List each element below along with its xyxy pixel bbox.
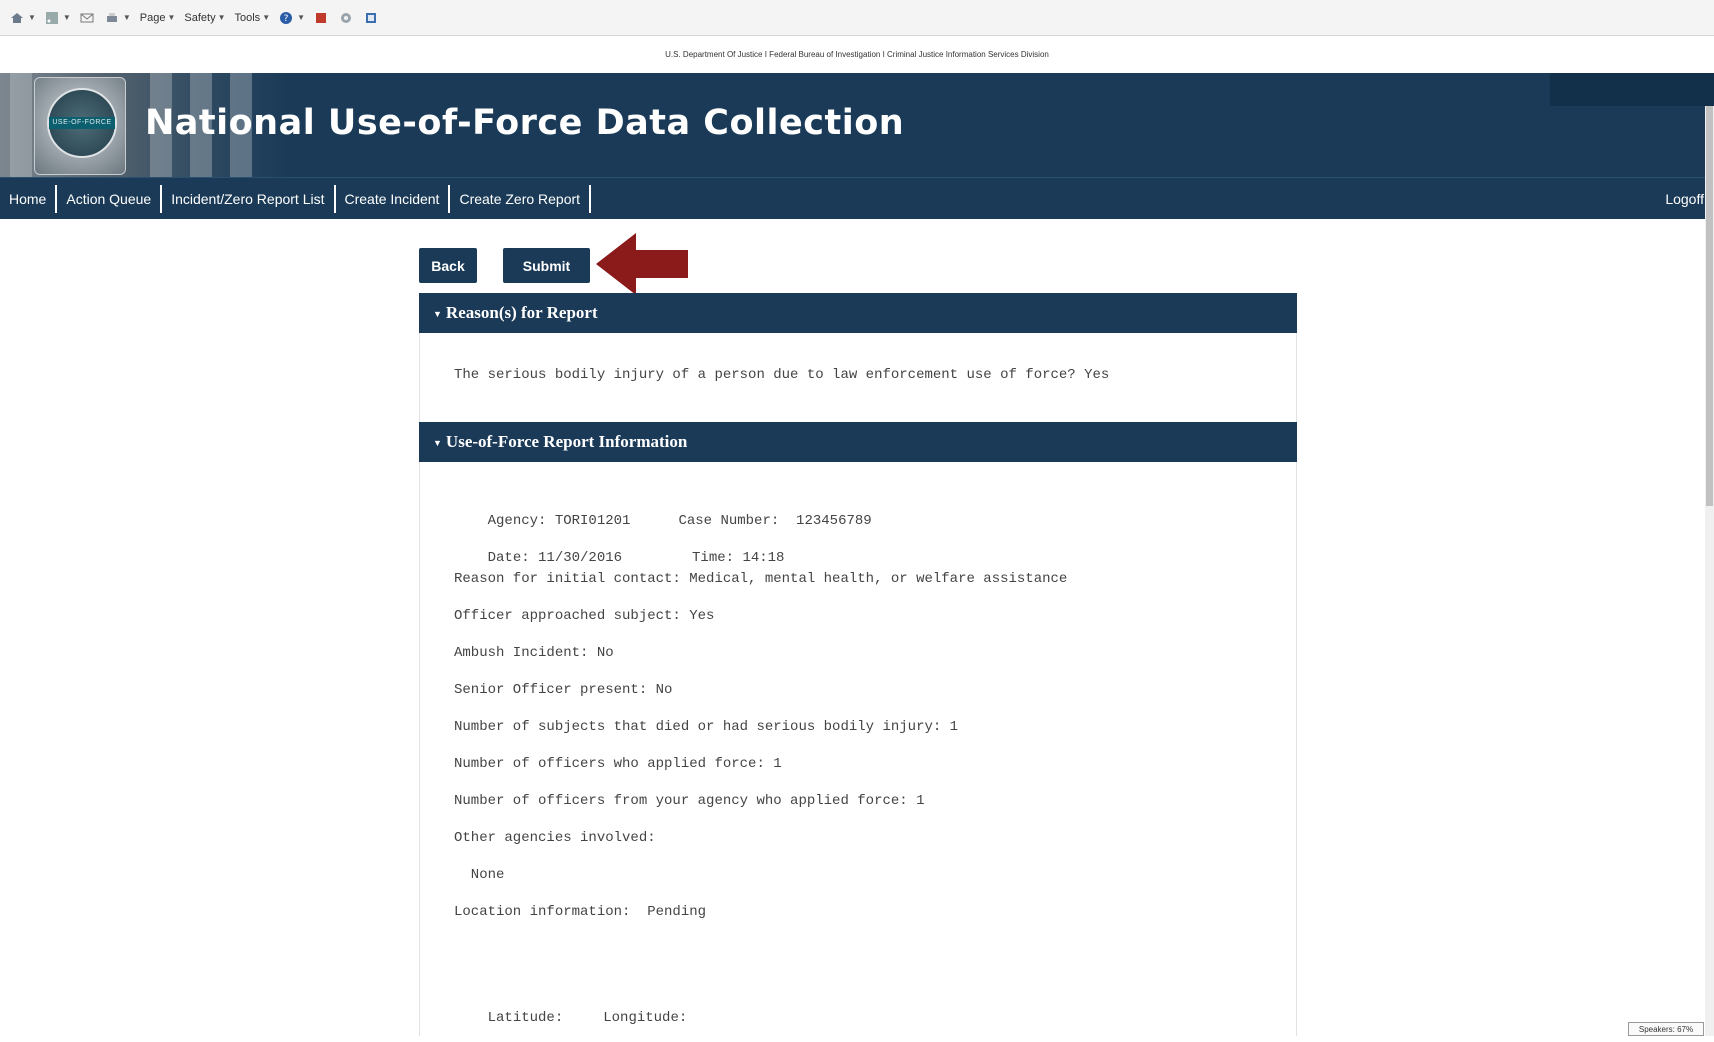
help-icon: ?: [280, 11, 293, 24]
research-button[interactable]: [364, 11, 380, 25]
print-icon: [106, 12, 117, 22]
nav-home[interactable]: Home: [0, 185, 55, 213]
agency-officers-applied-force: Number of officers from your agency who …: [454, 793, 925, 809]
settings-button[interactable]: [339, 11, 355, 25]
lat-long-row: Latitude: Longitude:: [454, 994, 688, 1042]
date-value: Date: 11/30/2016: [487, 550, 623, 566]
ambush-incident: Ambush Incident: No: [454, 645, 614, 661]
svg-text:?: ?: [284, 14, 289, 24]
nav-incident-zero-report-list[interactable]: Incident/Zero Report List: [162, 185, 333, 213]
left-arrow-icon: [596, 233, 688, 295]
home-button[interactable]: ▼: [10, 11, 36, 25]
back-button[interactable]: Back: [419, 248, 477, 283]
tools-menu[interactable]: Tools ▼: [235, 12, 271, 24]
collapse-caret-icon: ▼: [433, 438, 442, 449]
logo-band: USE-OF-FORCE: [49, 117, 115, 129]
officers-applied-force: Number of officers who applied force: 1: [454, 756, 782, 772]
nav-divider: [589, 184, 592, 213]
site-header: USE-OF-FORCE National Use-of-Force Data …: [0, 73, 1714, 177]
longitude-label: Longitude:: [603, 1010, 688, 1026]
page-menu[interactable]: Page ▼: [140, 12, 176, 24]
header-right-block: [1550, 73, 1714, 106]
speakers-volume-indicator: Speakers: 67%: [1628, 1022, 1704, 1036]
page-scrollbar[interactable]: [1705, 106, 1714, 1036]
site-logo: USE-OF-FORCE: [34, 77, 126, 175]
section-reasons-body: The serious bodily injury of a person du…: [419, 333, 1297, 422]
senior-officer-present: Senior Officer present: No: [454, 682, 673, 698]
site-title: National Use-of-Force Data Collection: [145, 103, 905, 143]
other-agencies-label: Other agencies involved:: [454, 830, 656, 846]
reason-text: The serious bodily injury of a person du…: [454, 367, 1110, 383]
section-reasons-header[interactable]: ▼ Reason(s) for Report: [419, 293, 1297, 333]
collapse-caret-icon: ▼: [433, 309, 442, 320]
research-icon: [366, 12, 377, 23]
addon-button[interactable]: [314, 11, 330, 25]
doj-banner: U.S. Department Of Justice I Federal Bur…: [0, 37, 1714, 73]
home-icon: [11, 12, 23, 23]
subjects-count: Number of subjects that died or had seri…: [454, 719, 959, 735]
feeds-button[interactable]: ▼: [45, 11, 71, 25]
section-info-body: Agency: TORI01201 Case Number: 123456789 …: [419, 462, 1297, 1036]
submit-button[interactable]: Submit: [503, 248, 590, 283]
initial-contact-reason: Reason for initial contact: Medical, men…: [454, 571, 1068, 587]
safety-menu[interactable]: Safety ▼: [184, 12, 225, 24]
help-button[interactable]: ? ▼: [279, 11, 305, 25]
agency-value: Agency: TORI01201: [487, 513, 631, 529]
scrollbar-thumb[interactable]: [1706, 106, 1713, 506]
other-agencies-value: None: [454, 867, 505, 883]
nav-action-queue[interactable]: Action Queue: [57, 185, 160, 213]
case-number-value: Case Number: 123456789: [678, 513, 872, 529]
mail-button[interactable]: [80, 11, 96, 25]
nav-create-zero-report[interactable]: Create Zero Report: [450, 185, 589, 213]
officer-approached: Officer approached subject: Yes: [454, 608, 715, 624]
settings-icon: [341, 12, 352, 23]
print-button[interactable]: ▼: [105, 11, 131, 25]
nav-create-incident[interactable]: Create Incident: [336, 185, 449, 213]
browser-command-bar: ▼ ▼ ▼ Page ▼ Safety ▼ Tools ▼ ? ▼: [0, 0, 1714, 36]
mail-icon: [80, 13, 94, 22]
feeds-icon: [45, 11, 58, 24]
logo-seal-icon: USE-OF-FORCE: [47, 88, 117, 158]
latitude-label: Latitude:: [487, 1010, 564, 1026]
time-value: Time: 14:18: [692, 550, 785, 566]
section-info-header[interactable]: ▼ Use-of-Force Report Information: [419, 422, 1297, 462]
main-nav: Home Action Queue Incident/Zero Report L…: [0, 177, 1714, 219]
location-information: Location information: Pending: [454, 904, 707, 920]
addon-icon: [316, 12, 327, 23]
